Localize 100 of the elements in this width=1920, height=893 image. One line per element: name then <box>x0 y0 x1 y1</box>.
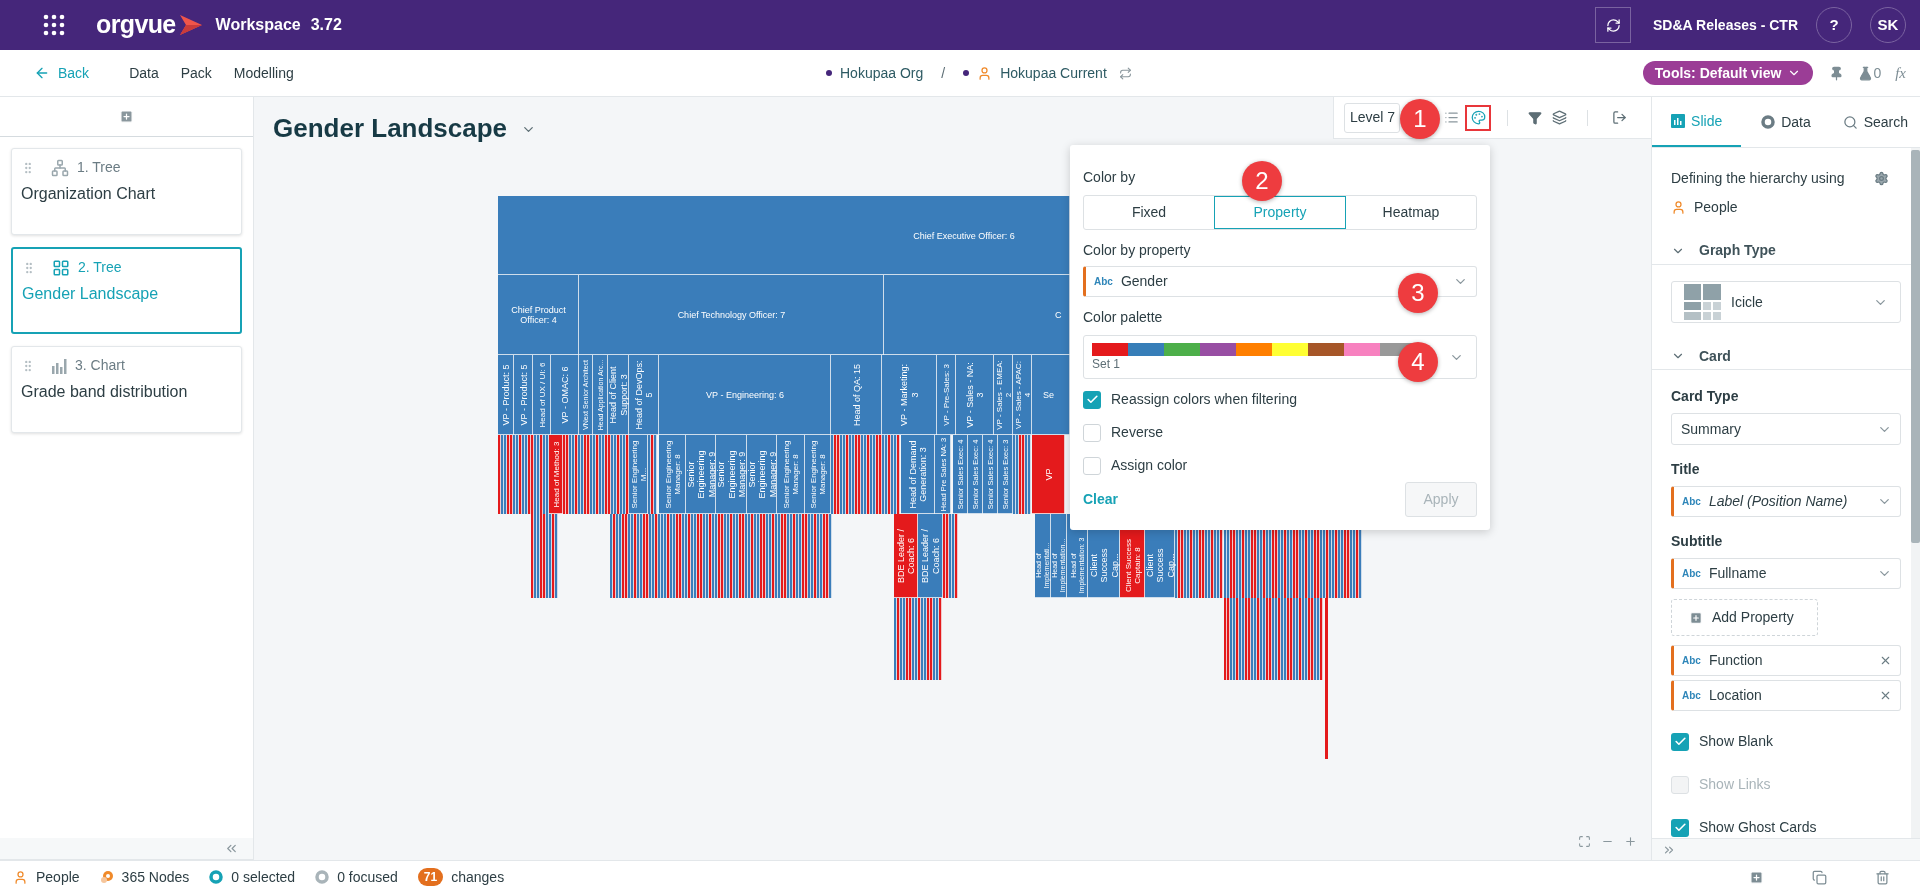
slide-card[interactable]: 3. Chart Grade band distribution <box>11 346 242 433</box>
tools-dropdown[interactable]: Tools: Default view <box>1642 61 1814 85</box>
mode-tab[interactable]: Property <box>1214 196 1346 229</box>
chart-node[interactable]: VP - Product: 5 <box>514 355 533 435</box>
chart-node[interactable]: Chief Technology Officer: 7 <box>579 275 884 355</box>
workspace-name[interactable]: SD&A Releases - CTR <box>1653 14 1798 36</box>
level-select[interactable]: Level 7 <box>1344 102 1400 133</box>
status-text: changes <box>451 867 505 887</box>
node-label: VP - Marketing: 3 <box>899 364 920 426</box>
chart-node[interactable]: Senior Engineering Manager: 8 <box>805 435 831 514</box>
chart-node[interactable]: Head of Client Support: 3 <box>608 355 629 435</box>
node-label: VP - Product: 5 <box>518 364 529 426</box>
property-field[interactable]: Abc Function <box>1671 645 1901 676</box>
chart-node[interactable]: Head of UX / UI: 6 <box>533 355 551 435</box>
chart-node[interactable]: Head of Method: 3 <box>549 435 563 514</box>
type-tag: Abc <box>1094 274 1113 289</box>
checkbox-label: Assign color <box>1111 456 1188 475</box>
flask-count: 0 <box>1873 63 1882 83</box>
chart-node[interactable]: VP - Marketing: 3 <box>882 355 937 435</box>
node-label: Head of QA: 15 <box>851 364 862 426</box>
card-type-select[interactable]: Summary <box>1671 413 1901 445</box>
chart-node[interactable]: BDE Leader / Coach: 6 <box>894 514 918 598</box>
chart-node[interactable]: VP - Engineering: 6 <box>659 355 831 435</box>
property-field[interactable]: Abc Fullname <box>1671 558 1901 589</box>
node-label: BDE Leader / Coach: 6 <box>895 529 917 583</box>
chart-node[interactable]: Chief Executive Officer: 6 <box>498 196 1070 275</box>
type-tag: Abc <box>1682 566 1701 581</box>
formula-button[interactable]: fx <box>1895 61 1906 85</box>
node-label: Senior Engineering Manager: 8 <box>663 440 682 509</box>
chart-node[interactable]: C <box>884 275 1070 355</box>
node-label: Chief Technology Officer: 7 <box>677 310 786 321</box>
property-field[interactable]: Abc Label (Position Name) <box>1671 486 1901 517</box>
graph-type-select[interactable]: Icicle <box>1671 280 1901 324</box>
checkbox-label: Reassign colors when filtering <box>1111 390 1297 409</box>
breadcrumb-link[interactable]: Hokupaa Current <box>1000 62 1107 84</box>
changes-count: 71 <box>417 868 444 886</box>
status-text: 0 focused <box>337 867 398 887</box>
mode-tab[interactable]: Heatmap <box>1346 196 1476 229</box>
nav-link[interactable]: Data <box>129 62 159 84</box>
section-header[interactable]: Card <box>1652 343 1911 370</box>
breadcrumb-separator: / <box>941 63 946 83</box>
hierarchy-source: People <box>1694 198 1738 217</box>
field-value: Fullname <box>1708 564 1767 583</box>
status-text: People <box>36 867 80 887</box>
add-property-button[interactable]: Add Property <box>1671 599 1818 636</box>
chart-node[interactable]: BDE Leader / Coach: 6 <box>918 514 943 598</box>
nav-link[interactable]: Pack <box>180 62 212 84</box>
slide-number: 1. Tree <box>77 158 121 177</box>
section-header[interactable]: Graph Type <box>1652 238 1911 265</box>
field-label: Card Type <box>1671 387 1740 406</box>
chart-node[interactable]: Se <box>1032 355 1070 435</box>
hierarchy-text: Defining the hierarchy using <box>1671 169 1845 188</box>
node-label: Client Success Cap... <box>1088 548 1120 583</box>
slide-card[interactable]: 2. Tree Gender Landscape <box>11 247 242 334</box>
node-label: Head of Client Support: 3 <box>608 366 629 424</box>
node-label: Senior Engineering Manager: 9 <box>685 450 717 499</box>
chart-node[interactable]: Senior Engineering Manager: 9 <box>685 435 717 514</box>
node-label: Chief Executive Officer: 6 <box>913 230 1015 241</box>
field-label: Title <box>1671 460 1701 479</box>
chart-node[interactable]: Head of QA: 15 <box>831 355 882 435</box>
mode-tab[interactable]: Fixed <box>1084 196 1214 229</box>
chart-node[interactable]: VP - Pre-Sales: 3 <box>937 355 956 435</box>
section-label: Color palette <box>1083 309 1163 325</box>
field-value: Function <box>1708 651 1763 670</box>
chart-node[interactable]: Senior Engineering Manager: 8 <box>659 435 686 514</box>
panel-tab[interactable]: Slide <box>1652 97 1742 147</box>
property-field[interactable]: Abc Location <box>1671 680 1901 711</box>
section-label: Color by <box>1083 169 1136 185</box>
node-label: VP - Sales - NA: 3 <box>964 362 986 428</box>
back-link[interactable]: Back <box>34 62 90 84</box>
node-label: Head of Method: 3 <box>551 441 561 508</box>
product-name: Workspace <box>215 15 301 35</box>
chart-node[interactable]: VP - Product: 5 <box>498 355 514 435</box>
breadcrumb-link[interactable]: Hokupaa Org <box>840 62 924 84</box>
checkbox-label: Show Ghost Cards <box>1699 818 1817 837</box>
chart-node[interactable]: Senior Engineering Manager: 8 <box>777 435 805 514</box>
select-value: Icicle <box>1731 292 1764 312</box>
field-value: Location <box>1708 686 1762 705</box>
checkbox-label: Show Links <box>1699 775 1771 794</box>
chart-node[interactable]: VP - Sales - NA: 3 <box>956 355 994 435</box>
field-label: Subtitle <box>1671 532 1724 551</box>
panel-tab[interactable]: Search <box>1830 97 1920 147</box>
panel-tab[interactable]: Data <box>1741 97 1831 147</box>
chart-node[interactable]: Head of Demand Generation: 3 <box>901 435 935 514</box>
checkbox-label: Reverse <box>1111 423 1164 442</box>
field-value: Label (Position Name) <box>1708 492 1848 511</box>
status-text: 365 Nodes <box>121 867 190 887</box>
node-label: C <box>1055 310 1062 321</box>
nav-link[interactable]: Modelling <box>233 62 294 84</box>
clear-link[interactable]: Clear <box>1083 489 1119 510</box>
chart-node[interactable]: VP - OMAC: 6 <box>551 355 579 435</box>
node-label: Senior Engineering Manager: 8 <box>782 440 801 509</box>
slide-card[interactable]: 1. Tree Organization Chart <box>11 148 242 235</box>
node-label: Senior Engineering Manager: 9 <box>746 450 778 499</box>
chart-node[interactable]: Chief Product Officer: 4 <box>498 275 579 355</box>
section-label: Color by property <box>1083 242 1191 258</box>
status-text: 0 selected <box>231 867 296 887</box>
slide-title: Grade band distribution <box>21 382 189 402</box>
chart-node[interactable]: VP <box>1032 435 1065 514</box>
chart-node[interactable]: Senior Engineering Manager: 9 <box>746 435 778 514</box>
